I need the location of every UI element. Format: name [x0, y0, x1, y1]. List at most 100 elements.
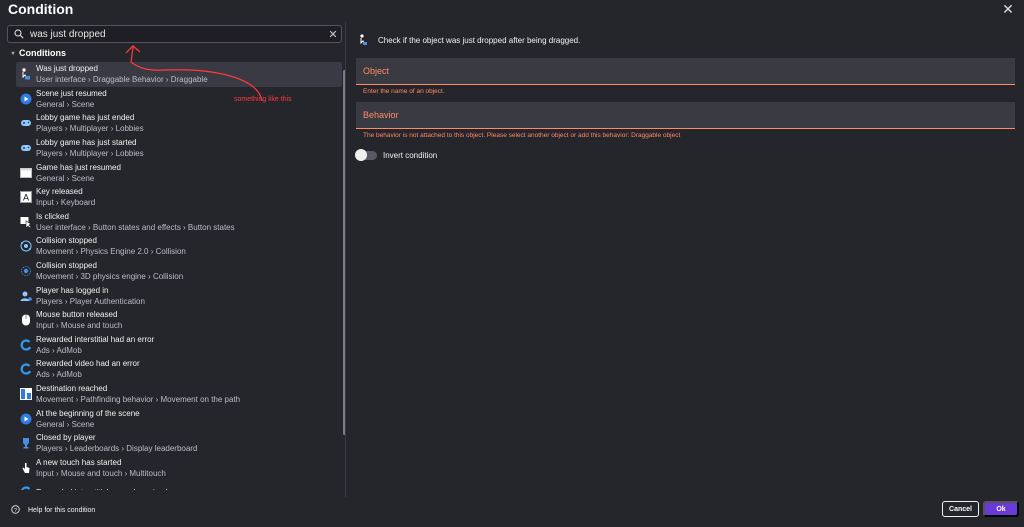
group-header-conditions[interactable]: ▾ Conditions	[7, 46, 66, 60]
description-text: Check if the object was just dropped aft…	[378, 35, 581, 45]
condition-item-path: Movement › 3D physics engine › Collision	[36, 272, 184, 282]
condition-item-name: Rewarded video had an error	[36, 359, 140, 369]
condition-item-name: Rewarded interstitial had an error	[36, 334, 155, 344]
condition-item[interactable]: Mouse button released Input › Mouse and t…	[16, 308, 342, 333]
user-icon	[19, 289, 32, 302]
behavior-error: The behavior is not attached to this obj…	[363, 132, 681, 139]
touch-icon	[19, 461, 32, 474]
condition-item-path: Input › Keyboard	[36, 198, 96, 208]
conditions-list[interactable]: ▾ Conditions Was just dropped User interf…	[7, 46, 343, 490]
condition-item-name: A new touch has started	[36, 457, 122, 467]
condition-item-name: Scene just resumed	[36, 88, 107, 98]
condition-item-path: Players › Multiplayer › Lobbies	[36, 149, 144, 159]
search-input[interactable]	[30, 26, 325, 42]
behavior-field[interactable]: Behavior	[356, 102, 1015, 129]
admob-icon	[19, 363, 32, 376]
condition-item[interactable]: Rewarded interstitial had an error Ads › …	[16, 333, 342, 358]
physics-icon	[19, 240, 32, 253]
condition-item-path: Movement › Pathfinding behavior › Moveme…	[36, 395, 241, 405]
annotation-note: something like this	[234, 96, 292, 103]
pathfinding-icon	[19, 388, 32, 401]
admob-icon	[19, 486, 32, 490]
object-error: Enter the name of an object.	[363, 88, 445, 95]
condition-item-path: General › Scene	[36, 99, 95, 109]
condition-item-name: Destination reached	[36, 384, 108, 394]
object-label: Object	[363, 66, 390, 76]
condition-items: Was just dropped User interface › Draggab…	[16, 62, 342, 490]
help-label: Help for this condition	[28, 507, 96, 514]
condition-item-path: Players › Player Authentication	[36, 296, 145, 306]
physics-3d-icon	[19, 265, 32, 278]
condition-item-path: User interface › Draggable Behavior › Dr…	[36, 75, 208, 85]
condition-item-name: Mouse button released	[36, 310, 118, 320]
condition-item-name: Lobby game has just ended	[36, 113, 135, 123]
chevron-down-icon: ▾	[11, 50, 15, 57]
condition-item[interactable]: Collision stopped Movement › Physics Engi…	[16, 234, 342, 259]
condition-item-name: Rewarded interstitial reward received	[36, 487, 168, 490]
condition-item[interactable]: Is clicked User interface › Button states…	[16, 210, 342, 235]
group-label: Conditions	[19, 48, 66, 58]
condition-item[interactable]: Rewarded interstitial reward received	[16, 480, 342, 490]
ok-button[interactable]: Ok	[983, 501, 1019, 517]
condition-item[interactable]: Game has just resumed General › Scene	[16, 160, 342, 185]
condition-item[interactable]: A new touch has started Input › Mouse and…	[16, 456, 342, 481]
condition-item[interactable]: Collision stopped Movement › 3D physics e…	[16, 259, 342, 284]
pane-divider	[345, 22, 346, 497]
drag-icon	[19, 68, 32, 81]
condition-item-name: Lobby game has just started	[36, 138, 137, 148]
cancel-button[interactable]: Cancel	[942, 501, 979, 517]
toggle-switch[interactable]	[355, 149, 377, 161]
mouse-icon	[19, 314, 32, 327]
condition-description: Check if the object was just dropped aft…	[356, 33, 580, 47]
scene-play-icon	[19, 412, 32, 425]
object-field[interactable]: Object	[356, 58, 1015, 85]
condition-item-path: General › Scene	[36, 419, 95, 429]
condition-item[interactable]: Destination reached Movement › Pathfindin…	[16, 382, 342, 407]
condition-item-path: Players › Multiplayer › Lobbies	[36, 124, 144, 134]
condition-item-name: Closed by player	[36, 433, 96, 443]
condition-item[interactable]: At the beginning of the scene General › S…	[16, 406, 342, 431]
condition-item[interactable]: Was just dropped User interface › Draggab…	[16, 62, 342, 87]
condition-item[interactable]: A Key released Input › Keyboard	[16, 185, 342, 210]
search-box[interactable]: ✕	[7, 25, 342, 43]
condition-item-path: Movement › Physics Engine 2.0 › Collisio…	[36, 247, 186, 257]
window-icon	[19, 166, 32, 179]
condition-item-path: Ads › AdMob	[36, 345, 82, 355]
condition-item-name: Collision stopped	[36, 261, 97, 271]
invert-label: Invert condition	[383, 151, 438, 160]
condition-item-name: Key released	[36, 187, 83, 197]
behavior-label: Behavior	[363, 110, 399, 120]
invert-condition-toggle[interactable]: Invert condition	[355, 149, 438, 161]
condition-item[interactable]: Player has logged in Players › Player Aut…	[16, 283, 342, 308]
condition-item-name: Is clicked	[36, 211, 69, 221]
scene-play-icon	[19, 92, 32, 105]
condition-item-path: Ads › AdMob	[36, 370, 82, 380]
svg-text:A: A	[22, 193, 28, 203]
cursor-icon	[19, 215, 32, 228]
clear-search-icon[interactable]: ✕	[325, 28, 341, 41]
condition-item-name: Game has just resumed	[36, 162, 121, 172]
condition-item[interactable]: Scene just resumed General › Scene	[16, 87, 342, 112]
condition-item-path: Input › Mouse and touch › Multitouch	[36, 468, 166, 478]
condition-item-name: Player has logged in	[36, 285, 109, 295]
help-icon: ?	[11, 505, 20, 516]
help-link[interactable]: ? Help for this condition	[11, 505, 95, 516]
condition-item[interactable]: Lobby game has just ended Players › Multi…	[16, 111, 342, 136]
condition-item[interactable]: Lobby game has just started Players › Mul…	[16, 136, 342, 161]
condition-item[interactable]: Rewarded video had an error Ads › AdMob	[16, 357, 342, 382]
condition-item-path: User interface › Button states and effec…	[36, 222, 235, 232]
key-icon: A	[19, 191, 32, 204]
condition-item[interactable]: Closed by player Players › Leaderboards ›…	[16, 431, 342, 456]
condition-item-name: Collision stopped	[36, 236, 97, 246]
drag-icon	[356, 33, 370, 47]
condition-item-name: At the beginning of the scene	[36, 408, 140, 418]
instruction-picker: ✕ ▾ Conditions Was just droppedUser inte…	[7, 25, 346, 490]
close-icon[interactable]: ✕	[1000, 2, 1016, 16]
trophy-icon	[19, 437, 32, 450]
admob-icon	[19, 338, 32, 351]
dialog-title: Condition	[8, 1, 74, 17]
condition-item-path: General › Scene	[36, 173, 95, 183]
gamepad-icon	[19, 117, 32, 130]
dialog-titlebar: Condition ✕	[0, 0, 1024, 18]
condition-item-path: Input › Mouse and touch	[36, 321, 123, 331]
